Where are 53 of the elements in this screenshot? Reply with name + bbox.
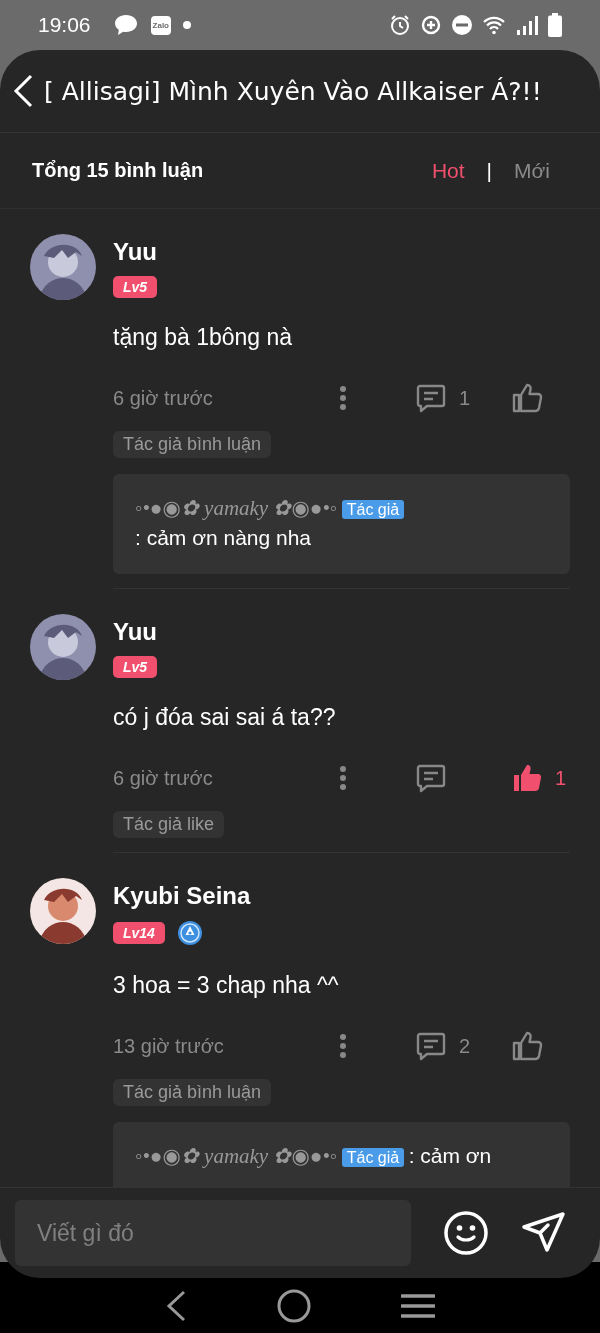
level-badge: Lv14 bbox=[113, 922, 165, 944]
author-badge: Tác giả bbox=[341, 1148, 405, 1167]
timestamp: 6 giờ trước bbox=[113, 386, 214, 410]
wifi-icon bbox=[482, 15, 506, 35]
comment-icon[interactable] bbox=[415, 1030, 447, 1062]
menu-icon[interactable] bbox=[401, 1292, 435, 1319]
reply-author: ◦•●◉✿ yamaky ✿◉●•◦ bbox=[135, 496, 338, 520]
thumbs-up-icon[interactable] bbox=[511, 382, 543, 414]
more-icon[interactable] bbox=[339, 1033, 347, 1059]
timestamp: 13 giờ trước bbox=[113, 1034, 225, 1058]
emoji-icon[interactable] bbox=[443, 1210, 489, 1256]
comment-icon[interactable] bbox=[415, 382, 447, 414]
app-icon: Zalo bbox=[150, 15, 171, 35]
clock: 19:06 bbox=[38, 13, 91, 37]
do-not-disturb-icon bbox=[451, 14, 473, 36]
author-tag: Tác giả bình luận bbox=[113, 1079, 272, 1106]
battery-icon bbox=[548, 13, 562, 37]
comment-text: tặng bà 1bông nà bbox=[113, 324, 294, 351]
dot-icon bbox=[183, 21, 191, 29]
comment-text: có j đóa sai sai á ta?? bbox=[113, 704, 337, 731]
level-badge: Lv5 bbox=[113, 276, 158, 298]
sort-tab[interactable]: Hot bbox=[431, 158, 465, 183]
reply-text: : cảm ơn bbox=[408, 1144, 492, 1167]
timestamp: 6 giờ trước bbox=[113, 766, 214, 790]
more-icon[interactable] bbox=[339, 765, 347, 791]
reply-author: ◦•●◉✿ yamaky ✿◉●•◦ bbox=[135, 1144, 338, 1168]
page-title: [ Allisagi] Mình Xuyên Vào Allkaiser Á?!! bbox=[44, 76, 542, 106]
back-icon[interactable] bbox=[165, 1289, 187, 1322]
comment-input[interactable]: Viết gì đó bbox=[15, 1200, 411, 1266]
more-icon[interactable] bbox=[339, 385, 347, 411]
alarm-icon bbox=[389, 14, 411, 36]
user-name: Yuu bbox=[113, 238, 158, 266]
home-icon[interactable] bbox=[277, 1288, 311, 1323]
author-tag: Tác giả like bbox=[113, 811, 225, 838]
sync-icon bbox=[420, 14, 442, 36]
reply-count: 2 bbox=[459, 1034, 471, 1058]
signal-icon bbox=[515, 15, 539, 35]
author-badge: Tác giả bbox=[341, 500, 405, 519]
reply-text: : cảm ơn nàng nha bbox=[135, 526, 312, 549]
like-count: 1 bbox=[555, 766, 567, 790]
author-tag: Tác giả bình luận bbox=[113, 431, 272, 458]
chat-bubble-icon bbox=[112, 13, 139, 37]
thumbs-up-icon[interactable] bbox=[511, 762, 543, 794]
separator: | bbox=[486, 158, 493, 183]
sort-tab[interactable]: Mới bbox=[514, 158, 550, 183]
comment-count: Tổng 15 bình luận bbox=[32, 159, 204, 182]
user-name: Yuu bbox=[113, 618, 158, 646]
level-badge: Lv5 bbox=[113, 656, 158, 678]
reply-count: 1 bbox=[459, 386, 471, 410]
thumbs-up-icon[interactable] bbox=[511, 1030, 543, 1062]
comment-icon[interactable] bbox=[415, 762, 447, 794]
user-name: Kyubi Seina bbox=[113, 882, 252, 910]
comment-text: 3 hoa = 3 chap nha ^^ bbox=[113, 972, 340, 999]
